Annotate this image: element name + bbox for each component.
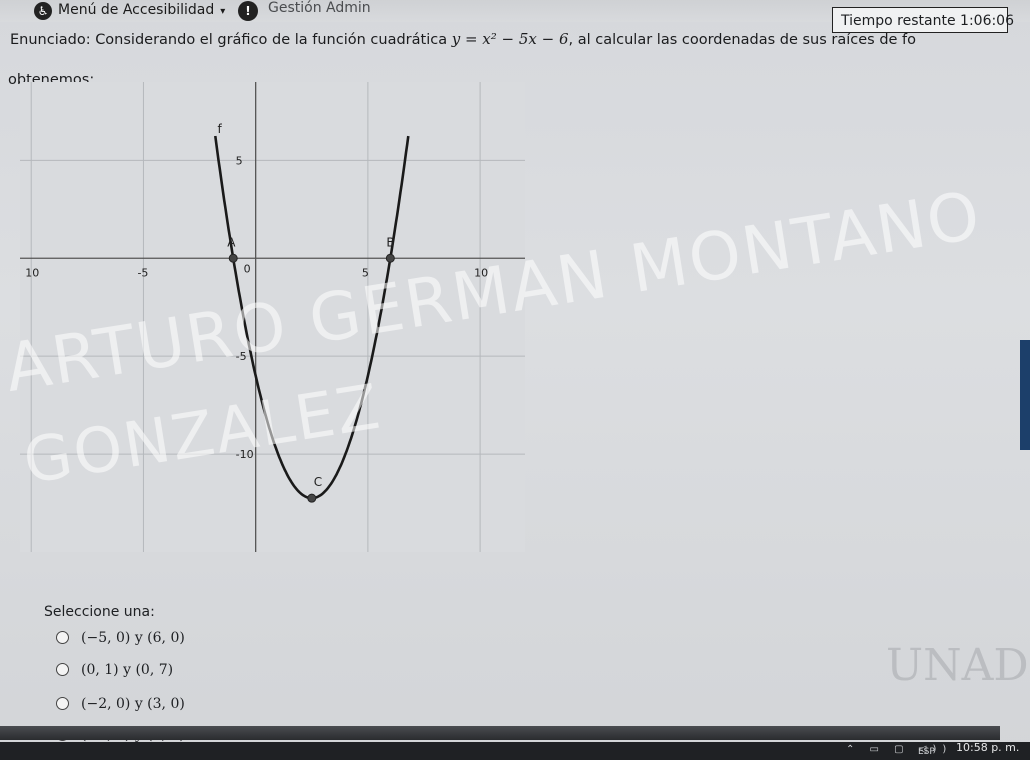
point-c [307,493,317,503]
select-prompt: Seleccione una: [44,604,155,620]
answer-option-2[interactable]: (0, 1) y (0, 7) [56,662,173,684]
question-statement: Enunciado: Considerando el gráfico de la… [10,30,916,48]
y-tick-label: 5 [236,154,243,167]
unad-logo-text: UNAD [886,640,1029,691]
info-icon[interactable]: ! [238,1,258,21]
option-label: (0, 1) y (0, 7) [81,662,174,678]
radio-button[interactable] [56,662,69,676]
point-label: B [386,235,394,249]
accessibility-menu-label: Menú de Accesibilidad [58,2,215,18]
radio-button[interactable] [56,630,69,644]
x-tick-label: 10 [25,266,39,279]
option-label: (−5, 0) y (6, 0) [81,630,185,646]
point-label: A [227,235,236,249]
point-a [228,253,238,263]
function-formula: y = x² − 5x − 6 [451,30,569,48]
x-tick-label: -5 [137,266,148,279]
answer-option-3[interactable]: (−2, 0) y (3, 0) [56,696,185,718]
side-panel-tab[interactable] [1020,340,1030,450]
timer-value: 1:06:06 [960,13,1015,29]
answer-option-1[interactable]: (−5, 0) y (6, 0) [56,630,185,652]
clock: 10:58 p. m. [956,741,1020,754]
point-label: C [314,475,322,489]
accessibility-icon[interactable]: ♿ [34,2,52,20]
tray-icons[interactable]: ⌃ ▭ ▢ ◁)) [846,744,952,755]
statement-text-before: Enunciado: Considerando el gráfico de la… [10,32,448,48]
option-label: (−2, 0) y (3, 0) [81,696,185,712]
function-label: f [218,122,223,136]
statement-text-after: , al calcular las coordenadas de sus raí… [568,32,917,48]
chevron-down-icon: ▾ [220,6,226,17]
radio-button[interactable] [56,696,69,710]
unad-logo: UNAD [880,636,1029,726]
language-indicator[interactable]: ESP [918,747,935,757]
timer-label: Tiempo restante [841,13,956,29]
point-b [385,253,395,263]
browser-scrollbar[interactable] [0,726,1000,740]
accessibility-menu[interactable]: Menú de Accesibilidad ▾ [58,2,225,18]
gestion-link[interactable]: Gestión Admin [268,0,371,16]
origin-label: 0 [244,262,251,275]
